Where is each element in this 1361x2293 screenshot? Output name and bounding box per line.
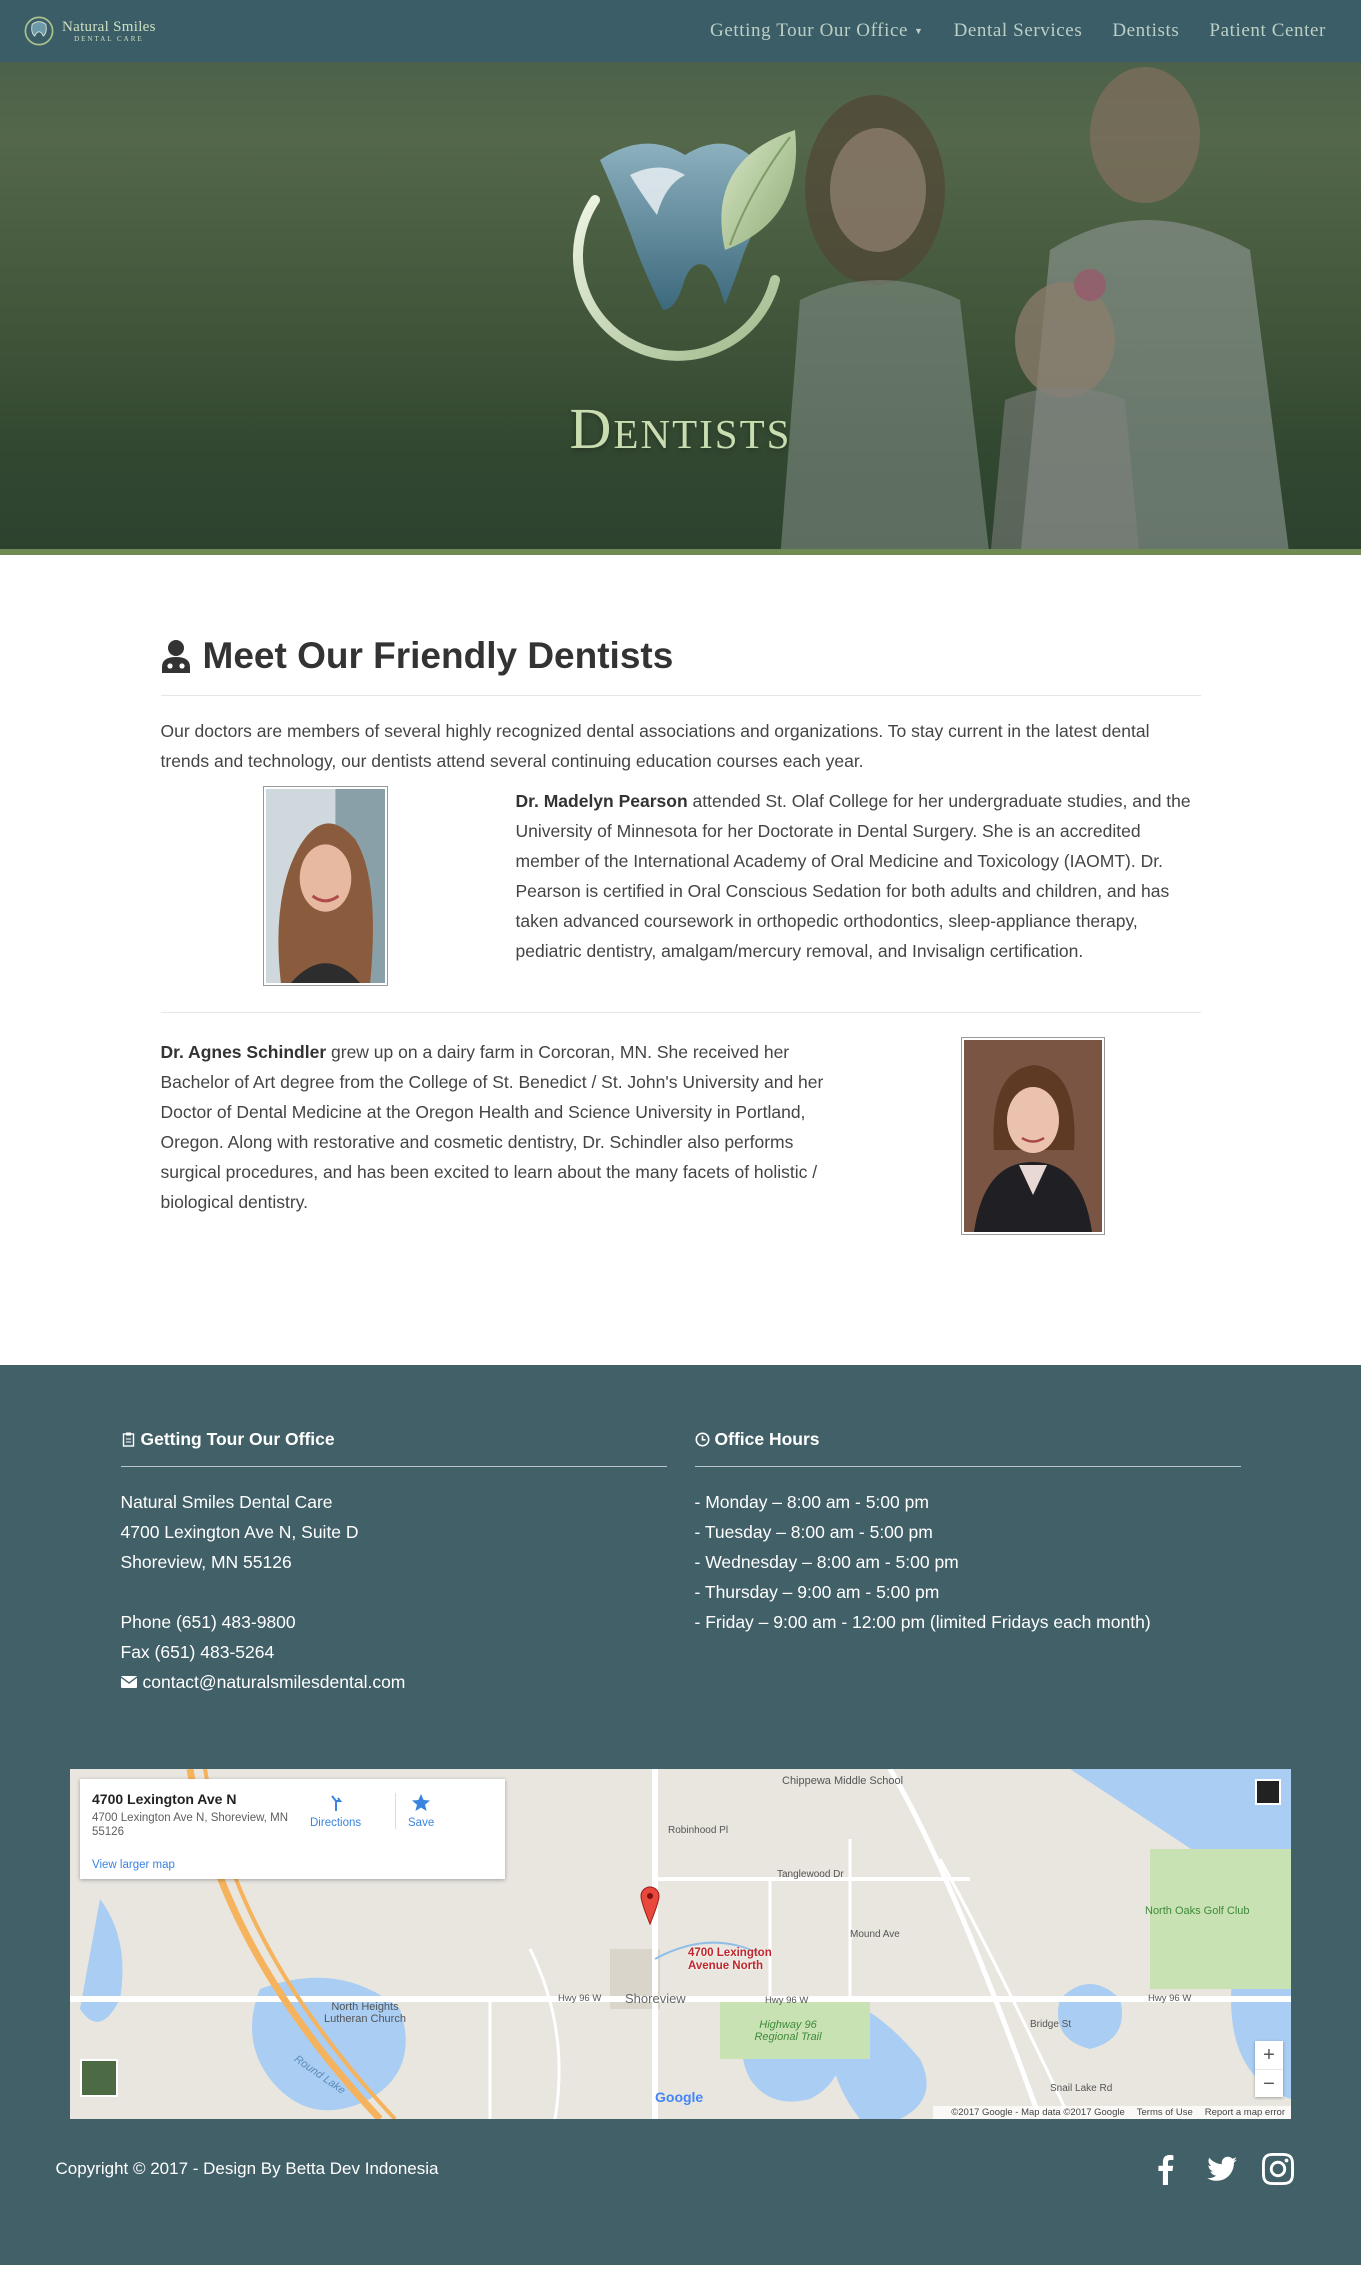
section-heading: Meet Our Friendly Dentists (160, 635, 1201, 696)
dentist-photo-pearson (262, 786, 388, 986)
terms-link[interactable]: Terms of Use (1137, 2107, 1193, 2118)
caret-down-icon: ▼ (914, 26, 924, 36)
hours-line: - Monday – 8:00 am - 5:00 pm (694, 1492, 929, 1512)
tooth-logo-icon (24, 16, 54, 46)
brand-logo[interactable]: Natural Smiles DENTAL CARE (22, 14, 156, 48)
map-label: Hwy 96 W (1148, 1993, 1192, 2004)
nav-item-dental-services[interactable]: Dental Services (954, 20, 1083, 42)
dentist-bio-pearson: Dr. Madelyn Pearson attended St. Olaf Co… (516, 786, 1201, 966)
office-phone[interactable]: Phone (651) 483-9800 (121, 1607, 667, 1637)
nav-item-getting-tour[interactable]: Getting Tour Our Office ▼ (710, 20, 924, 42)
map-label: Robinhood Pl (668, 1825, 729, 1836)
dentist-name: Dr. Madelyn Pearson (515, 791, 688, 811)
page-title: Dentists (569, 396, 792, 461)
google-logo: Google (655, 2089, 704, 2105)
map-label: Shoreview (625, 1991, 686, 2006)
nav-menu: Getting Tour Our Office ▼ Dental Service… (710, 0, 1326, 62)
main-content: Meet Our Friendly Dentists Our doctors a… (160, 555, 1201, 1365)
navbar: Natural Smiles DENTAL CARE Getting Tour … (0, 0, 1361, 62)
dentist-bio-text: grew up on a dairy farm in Corcoran, MN.… (160, 1042, 824, 1212)
map-zoom-controls: + − (1255, 2041, 1283, 2097)
zoom-in-button[interactable]: + (1255, 2041, 1283, 2069)
copyright-text: Copyright © 2017 - Design By Betta Dev I… (55, 2159, 439, 2178)
directions-button[interactable]: Directions (310, 1793, 361, 1829)
map-pin-label: 4700 Lexington Avenue North (688, 1947, 772, 1972)
map-label: Mound Ave (850, 1929, 900, 1940)
map-label: Chippewa Middle School (782, 1775, 904, 1787)
view-larger-map-link[interactable]: View larger map (92, 1859, 175, 1871)
intro-text: Our doctors are members of several highl… (160, 721, 1150, 771)
fullscreen-icon[interactable] (1255, 1779, 1281, 1805)
office-hours: Office Hours - Monday – 8:00 am - 5:00 p… (694, 1429, 1241, 1697)
map-label: Hwy 96 W (765, 1995, 809, 2006)
hero-banner: Dentists (0, 0, 1361, 555)
map-attribution: ©2017 Google - Map data ©2017 Google Term… (933, 2106, 1291, 2119)
hours-line: - Thursday – 9:00 am - 5:00 pm (694, 1582, 940, 1602)
satellite-toggle[interactable] (80, 2059, 118, 2097)
map-label: Bridge St (1030, 2019, 1072, 2030)
office-name: Natural Smiles Dental Care (120, 1492, 333, 1512)
hours-line: - Wednesday – 8:00 am - 5:00 pm (694, 1552, 959, 1572)
footer-bottom: Copyright © 2017 - Design By Betta Dev I… (56, 2153, 1306, 2185)
map-label: Highway 96 Regional Trail (754, 2019, 822, 2043)
dentist-card-schindler: Dr. Agnes Schindler grew up on a dairy f… (161, 1037, 1201, 1235)
user-md-icon (161, 640, 190, 673)
nav-item-dentists[interactable]: Dentists (1112, 20, 1179, 42)
brand-subtitle: DENTAL CARE (74, 34, 144, 43)
map-label: Hwy 96 W (558, 1993, 602, 2004)
facebook-icon[interactable] (1150, 2153, 1182, 2185)
office-heading: Getting Tour Our Office (120, 1429, 667, 1467)
office-info: Getting Tour Our Office Natural Smiles D… (120, 1429, 667, 1697)
social-links (1150, 2153, 1294, 2185)
dentist-photo-schindler (960, 1037, 1105, 1235)
nav-item-label: Getting Tour Our Office (710, 20, 909, 41)
office-fax: Fax (651) 483-5264 (120, 1642, 275, 1662)
office-street: 4700 Lexington Ave N, Suite D (120, 1522, 359, 1542)
dentist-name: Dr. Agnes Schindler (160, 1042, 327, 1062)
instagram-icon[interactable] (1261, 2153, 1294, 2185)
google-map[interactable]: Chippewa Middle School North Oaks Golf C… (70, 1769, 1291, 2119)
map-label: North Heights Lutheran Church (324, 2001, 406, 2025)
save-button[interactable]: Save (395, 1793, 434, 1829)
envelope-icon (120, 1676, 137, 1688)
hours-line: - Tuesday – 8:00 am - 5:00 pm (694, 1522, 933, 1542)
directions-icon (330, 1795, 342, 1811)
section-heading-text: Meet Our Friendly Dentists (202, 635, 674, 676)
brand-name: Natural Smiles (62, 18, 156, 35)
dentist-bio-schindler: Dr. Agnes Schindler grew up on a dairy f… (161, 1037, 841, 1217)
office-email[interactable]: contact@naturalsmilesdental.com (120, 1667, 667, 1697)
map-card-address: 4700 Lexington Ave N, Shoreview, MN 5512… (92, 1812, 289, 1838)
twitter-icon[interactable] (1206, 2153, 1238, 2185)
dentist-card-pearson: Dr. Madelyn Pearson attended St. Olaf Co… (160, 786, 1201, 1013)
hero-divider (0, 549, 1361, 555)
zoom-out-button[interactable]: − (1255, 2069, 1283, 2097)
map-label: Tanglewood Dr (777, 1869, 844, 1880)
tooth-logo-icon (572, 130, 797, 361)
footer: Getting Tour Our Office Natural Smiles D… (0, 1365, 1361, 2265)
nav-item-patient-center[interactable]: Patient Center (1209, 20, 1326, 42)
hours-line: - Friday – 9:00 am - 12:00 pm (limited F… (694, 1612, 1151, 1632)
map-info-card: 4700 Lexington Ave N 4700 Lexington Ave … (80, 1779, 505, 1879)
map-label: Snail Lake Rd (1050, 2083, 1113, 2094)
hours-heading: Office Hours (694, 1429, 1241, 1467)
dentist-bio-text: attended St. Olaf College for her underg… (515, 791, 1191, 961)
report-map-error-link[interactable]: Report a map error (1205, 2107, 1285, 2118)
clipboard-icon (122, 1432, 134, 1447)
star-icon (412, 1794, 431, 1811)
clock-icon (695, 1432, 709, 1447)
office-city: Shoreview, MN 55126 (120, 1552, 292, 1572)
map-label: North Oaks Golf Club (1145, 1905, 1250, 1917)
